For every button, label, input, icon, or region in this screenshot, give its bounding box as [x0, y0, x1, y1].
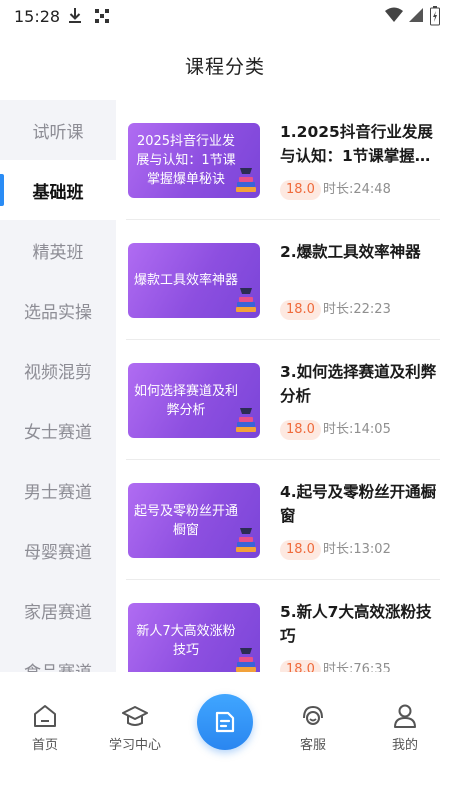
status-bar: 15:28 — [0, 0, 450, 34]
price-badge: 18.0 — [280, 540, 321, 560]
sidebar-item-trial[interactable]: 试听课 — [0, 100, 116, 160]
course-list[interactable]: 2025抖音行业发展与认知：1节课掌握爆单秘诀 1.2025抖音行业发展与认知：… — [116, 100, 450, 672]
nav-home-label: 首页 — [31, 738, 58, 753]
course-duration: 时长:14:05 — [323, 422, 391, 437]
bottom-nav: 首页 学习中心 客服 我的 — [0, 672, 450, 800]
category-sidebar[interactable]: 试听课 基础班 精英班 选品实操 视频混剪 女士赛道 男士赛道 母婴赛道 家居赛… — [0, 100, 116, 672]
page-title: 课程分类 — [184, 56, 265, 78]
thumbnail-text: 爆款工具效率神器 — [133, 273, 238, 288]
nav-customer-service[interactable]: 客服 — [273, 702, 353, 753]
course-thumbnail[interactable]: 爆款工具效率神器 — [128, 243, 260, 318]
nav-mine[interactable]: 我的 — [365, 702, 445, 753]
course-title[interactable]: 3.如何选择赛道及利弊分析 — [280, 360, 440, 408]
sidebar-item-maternal[interactable]: 母婴赛道 — [0, 520, 116, 580]
course-item[interactable]: 2025抖音行业发展与认知：1节课掌握爆单秘诀 1.2025抖音行业发展与认知：… — [116, 100, 450, 220]
sidebar-item-video-editing[interactable]: 视频混剪 — [0, 340, 116, 400]
sidebar-item-basic[interactable]: 基础班 — [0, 160, 116, 220]
course-title[interactable]: 1.2025抖音行业发展与认知：1节课掌握… — [280, 120, 440, 168]
course-thumbnail[interactable]: 起号及零粉丝开通橱窗 — [128, 483, 260, 558]
thumbnail-text: 新人7大高效涨粉技巧 — [136, 623, 236, 658]
user-icon — [394, 704, 416, 728]
books-icon — [236, 648, 256, 672]
price-badge: 18.0 — [280, 300, 321, 320]
course-duration: 时长:76:35 — [323, 662, 391, 672]
header: 课程分类 — [0, 34, 450, 100]
price-badge: 18.0 — [280, 180, 321, 200]
sidebar-item-product-selection[interactable]: 选品实操 — [0, 280, 116, 340]
course-duration: 时长:22:23 — [323, 302, 391, 317]
thumbnail-text: 起号及零粉丝开通橱窗 — [133, 503, 238, 538]
course-item[interactable]: 新人7大高效涨粉技巧 5.新人7大高效涨粉技巧 18.0 时长:76:35 — [116, 580, 450, 672]
center-action-button[interactable] — [197, 694, 253, 750]
sidebar-item-women[interactable]: 女士赛道 — [0, 400, 116, 460]
course-title[interactable]: 2.爆款工具效率神器 — [280, 240, 440, 264]
course-thumbnail[interactable]: 新人7大高效涨粉技巧 — [128, 603, 260, 672]
nav-home[interactable]: 首页 — [5, 702, 85, 753]
headset-icon — [303, 705, 323, 725]
price-badge: 18.0 — [280, 420, 321, 440]
nav-learning-label: 学习中心 — [108, 738, 161, 753]
nav-mine-label: 我的 — [391, 738, 418, 753]
nav-service-label: 客服 — [299, 738, 326, 753]
signal-icon — [409, 8, 423, 22]
course-thumbnail[interactable]: 如何选择赛道及利弊分析 — [128, 363, 260, 438]
battery-icon — [430, 6, 440, 26]
books-icon — [236, 168, 256, 192]
sidebar-item-food[interactable]: 食品赛道 — [0, 640, 116, 673]
sidebar-item-men[interactable]: 男士赛道 — [0, 460, 116, 520]
course-item[interactable]: 起号及零粉丝开通橱窗 4.起号及零粉丝开通橱窗 18.0 时长:13:02 — [116, 460, 450, 580]
books-icon — [236, 408, 256, 432]
course-thumbnail[interactable]: 2025抖音行业发展与认知：1节课掌握爆单秘诀 — [128, 123, 260, 198]
app-notification-icon — [95, 9, 109, 23]
course-title[interactable]: 4.起号及零粉丝开通橱窗 — [280, 480, 440, 528]
download-icon — [69, 8, 81, 23]
nav-learning-center[interactable]: 学习中心 — [95, 702, 175, 753]
course-item[interactable]: 爆款工具效率神器 2.爆款工具效率神器 18.0 时长:22:23 — [116, 220, 450, 340]
sidebar-item-elite[interactable]: 精英班 — [0, 220, 116, 280]
sidebar-item-home[interactable]: 家居赛道 — [0, 580, 116, 640]
price-badge: 18.0 — [280, 660, 321, 672]
document-icon — [215, 711, 235, 733]
wifi-icon — [385, 7, 403, 22]
books-icon — [236, 528, 256, 552]
books-icon — [236, 288, 256, 312]
home-icon — [34, 705, 56, 727]
course-duration: 时长:13:02 — [323, 542, 391, 557]
status-time: 15:28 — [14, 7, 61, 26]
thumbnail-text: 如何选择赛道及利弊分析 — [133, 383, 238, 418]
thumbnail-text: 2025抖音行业发展与认知：1节课掌握爆单秘诀 — [136, 134, 236, 187]
course-duration: 时长:24:48 — [323, 182, 391, 197]
course-item[interactable]: 如何选择赛道及利弊分析 3.如何选择赛道及利弊分析 18.0 时长:14:05 — [116, 340, 450, 460]
graduation-cap-icon — [122, 706, 148, 726]
course-title[interactable]: 5.新人7大高效涨粉技巧 — [280, 600, 440, 648]
